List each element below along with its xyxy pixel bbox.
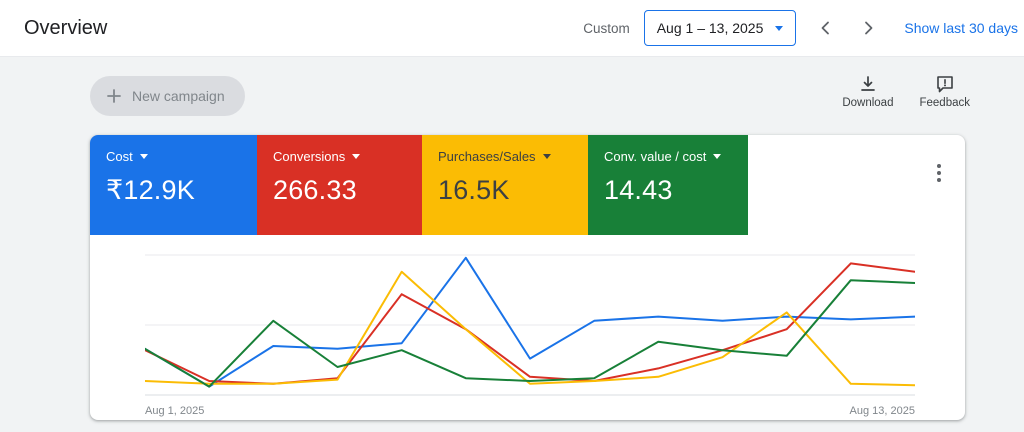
metric-label: Purchases/Sales	[438, 149, 536, 164]
chevron-down-icon	[713, 154, 722, 159]
metric-value: 16.5K	[438, 175, 510, 205]
metric-value: 266.33	[273, 175, 357, 205]
new-campaign-label: New campaign	[132, 88, 225, 104]
date-controls: Custom Aug 1 – 13, 2025 Show last 30 day…	[583, 10, 1018, 46]
overview-page: Overview Custom Aug 1 – 13, 2025 Show la…	[0, 0, 1024, 432]
show-last-30-days-link[interactable]: Show last 30 days	[904, 20, 1018, 36]
download-icon	[861, 76, 875, 91]
chevron-down-icon	[352, 154, 361, 159]
chevron-right-icon	[865, 21, 873, 35]
chevron-down-icon	[775, 25, 784, 31]
overview-card: Cost ₹12.9K Conversions 266.33 Purchases…	[90, 135, 965, 420]
metric-label-row: Conv. value / cost	[604, 149, 732, 164]
feedback-button[interactable]: Feedback	[919, 74, 970, 109]
metric-label: Cost	[106, 149, 133, 164]
x-axis-label-start: Aug 1, 2025	[145, 405, 205, 417]
download-label: Download	[842, 97, 894, 109]
metric-tile-purchases-sales[interactable]: Purchases/Sales 16.5K	[422, 135, 588, 235]
date-range-value: Aug 1 – 13, 2025	[656, 20, 764, 36]
metric-tile-cost[interactable]: Cost ₹12.9K	[90, 135, 257, 235]
metric-label: Conv. value / cost	[604, 149, 707, 164]
plus-icon	[107, 89, 121, 103]
page-title: Overview	[24, 16, 108, 39]
metric-label-row: Conversions	[273, 149, 406, 164]
metric-tile-conv-value-cost[interactable]: Conv. value / cost 14.43	[588, 135, 748, 235]
metric-tile-conversions[interactable]: Conversions 266.33	[257, 135, 422, 235]
new-campaign-button[interactable]: New campaign	[90, 76, 245, 116]
metric-label: Conversions	[273, 149, 346, 164]
previous-period-button[interactable]	[810, 12, 840, 44]
next-period-button[interactable]	[854, 12, 884, 44]
chart-x-axis: Aug 1, 2025 Aug 13, 2025	[145, 405, 915, 417]
kebab-icon	[937, 164, 941, 182]
toolbar-actions: Download Feedback	[842, 74, 970, 109]
metric-label-row: Purchases/Sales	[438, 149, 572, 164]
metric-tiles: Cost ₹12.9K Conversions 266.33 Purchases…	[90, 135, 748, 235]
feedback-label: Feedback	[919, 97, 970, 109]
metric-value: 14.43	[604, 175, 673, 205]
x-axis-label-end: Aug 13, 2025	[849, 405, 915, 417]
feedback-icon	[936, 76, 953, 93]
overview-chart	[145, 254, 915, 396]
metric-value: ₹12.9K	[106, 175, 195, 205]
chevron-down-icon	[139, 154, 148, 159]
date-range-picker[interactable]: Aug 1 – 13, 2025	[643, 10, 797, 46]
chevron-left-icon	[821, 21, 830, 35]
custom-label: Custom	[583, 20, 630, 36]
more-options-button[interactable]	[927, 161, 951, 185]
page-header: Overview Custom Aug 1 – 13, 2025 Show la…	[0, 0, 1024, 57]
metric-label-row: Cost	[106, 149, 241, 164]
chevron-down-icon	[542, 154, 551, 159]
download-button[interactable]: Download	[842, 74, 893, 109]
